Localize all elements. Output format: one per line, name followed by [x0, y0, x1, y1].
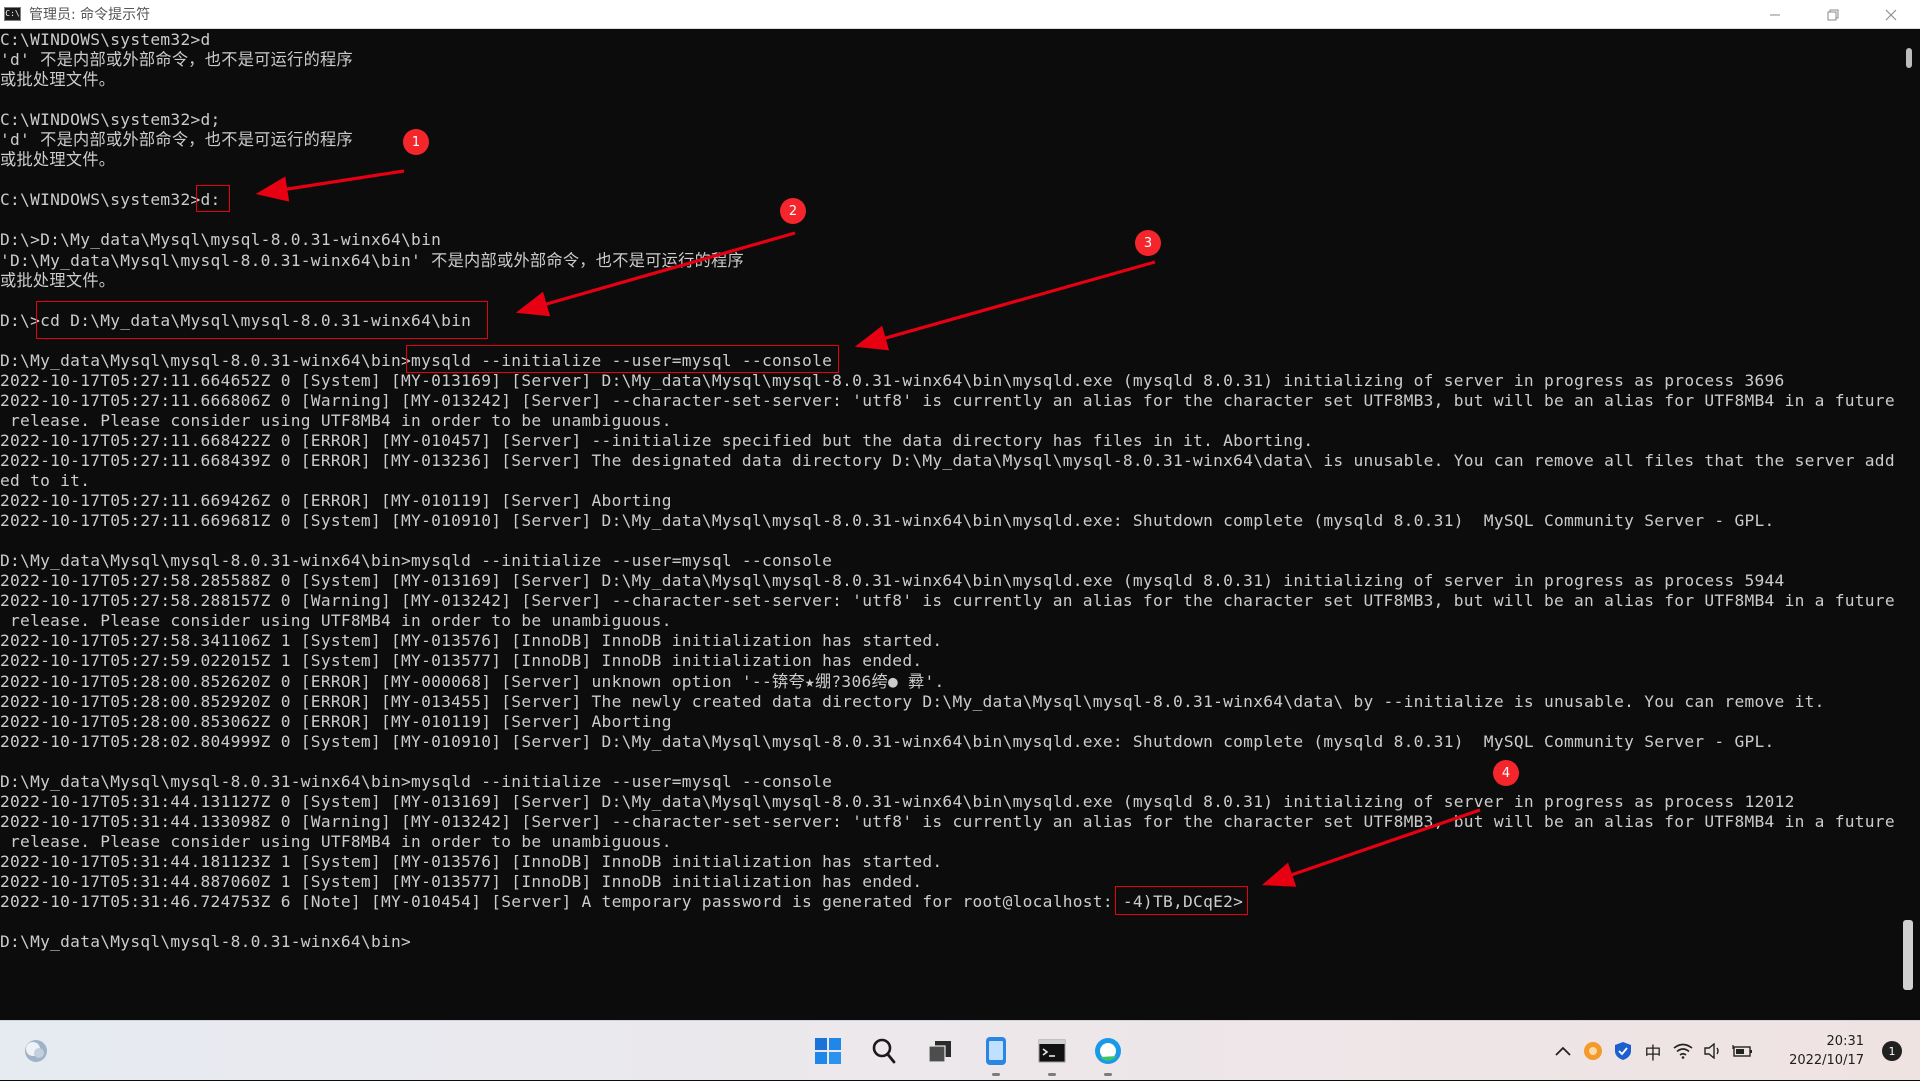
console-line: release. Please consider using UTF8MB4 i…: [0, 611, 672, 631]
console-line: 2022-10-17T05:27:11.664652Z 0 [System] […: [0, 370, 1785, 390]
task-view-icon: [928, 1041, 951, 1063]
terminal-icon: [1038, 1039, 1066, 1063]
console-line: release. Please consider using UTF8MB4 i…: [0, 831, 672, 851]
console-line: C:\WINDOWS\system32>d: [0, 30, 211, 49]
scrollbar-thumb[interactable]: [1906, 48, 1912, 68]
widgets-icon[interactable]: [21, 1036, 51, 1066]
console-line: 2022-10-17T05:27:59.022015Z 1 [System] […: [0, 651, 923, 671]
terminal-button[interactable]: [1024, 1021, 1080, 1081]
tray-volume[interactable]: [1698, 1021, 1728, 1081]
console-line: 2022-10-17T05:31:44.887060Z 1 [System] […: [0, 871, 923, 891]
console-line: 2022-10-17T05:27:58.285588Z 0 [System] […: [0, 571, 1785, 591]
clock-time: 20:31: [1826, 1034, 1864, 1049]
console-line: D:\>cd D:\My_data\Mysql\mysql-8.0.31-win…: [0, 310, 472, 330]
browser-icon: [1095, 1038, 1121, 1064]
console-line: 或批处理文件。: [0, 70, 116, 90]
chevron-up-icon: [1555, 1046, 1571, 1056]
console-line: D:\>D:\My_data\Mysql\mysql-8.0.31-winx64…: [0, 230, 442, 250]
console-line: D:\My_data\Mysql\mysql-8.0.31-winx64\bin…: [0, 771, 833, 791]
tray-security[interactable]: [1608, 1021, 1638, 1081]
console-line: ed to it.: [0, 471, 91, 491]
tray-app-orange[interactable]: [1578, 1021, 1608, 1081]
search-icon: [872, 1038, 896, 1064]
console-line: 2022-10-17T05:28:02.804999Z 0 [System] […: [0, 731, 1775, 751]
system-tray: 中 20:31 2022/10/17 1: [1548, 1021, 1920, 1081]
start-icon: [815, 1038, 841, 1064]
volume-icon: [1704, 1043, 1719, 1059]
console-line: 2022-10-17T05:27:11.668439Z 0 [ERROR] [M…: [0, 450, 1895, 470]
phone-link-icon: [986, 1037, 1006, 1065]
console-line: 2022-10-17T05:27:58.288157Z 0 [Warning] …: [0, 591, 1895, 611]
console-scrollbar[interactable]: [1900, 30, 1920, 1020]
taskbar-apps: [800, 1021, 1136, 1081]
cmd-app-icon: C:\: [4, 7, 21, 21]
minimize-icon: [1770, 14, 1780, 15]
restore-button[interactable]: [1804, 0, 1862, 29]
console-line: 2022-10-17T05:31:44.131127Z 0 [System] […: [0, 791, 1795, 811]
console-line: 'd' 不是内部或外部命令，也不是可运行的程序: [0, 130, 353, 150]
ime-indicator[interactable]: 中: [1638, 1021, 1668, 1081]
console-line: 2022-10-17T05:31:44.133098Z 0 [Warning] …: [0, 811, 1895, 831]
orange-app-icon: [1584, 1042, 1602, 1060]
running-indicator: [1104, 1073, 1112, 1076]
close-button[interactable]: [1862, 0, 1920, 29]
restore-icon: [1827, 9, 1839, 20]
console-line: 2022-10-17T05:28:00.852620Z 0 [ERROR] [M…: [0, 671, 945, 691]
console-output[interactable]: C:\WINDOWS\system32>d 'd' 不是内部或外部命令，也不是可…: [0, 30, 1900, 1020]
console-line: 2022-10-17T05:31:44.181123Z 1 [System] […: [0, 851, 943, 871]
console-line: 2022-10-17T05:28:00.852920Z 0 [ERROR] [M…: [0, 691, 1825, 711]
wifi-icon: [1673, 1043, 1693, 1059]
console-line: 2022-10-17T05:28:00.853062Z 0 [ERROR] [M…: [0, 711, 672, 731]
console-line: release. Please consider using UTF8MB4 i…: [0, 410, 672, 430]
console-line: 2022-10-17T05:27:58.341106Z 1 [System] […: [0, 631, 943, 651]
search-button[interactable]: [856, 1021, 912, 1081]
console-line: C:\WINDOWS\system32>d:: [0, 190, 221, 210]
battery-icon: [1732, 1045, 1752, 1057]
scrollbar-thumb-lower[interactable]: [1903, 920, 1913, 990]
minimize-button[interactable]: [1746, 0, 1804, 29]
tray-clock[interactable]: 20:31 2022/10/17: [1764, 1032, 1864, 1070]
start-button[interactable]: [800, 1021, 856, 1081]
notification-badge[interactable]: 1: [1882, 1041, 1902, 1061]
taskbar: 中 20:31 2022/10/17 1: [0, 1020, 1920, 1080]
console-line: 2022-10-17T05:27:11.666806Z 0 [Warning] …: [0, 390, 1895, 410]
tray-wifi[interactable]: [1668, 1021, 1698, 1081]
console-line: 'D:\My_data\Mysql\mysql-8.0.31-winx64\bi…: [0, 250, 744, 270]
phone-link-button[interactable]: [968, 1021, 1024, 1081]
browser-button[interactable]: [1080, 1021, 1136, 1081]
console-line: 或批处理文件。: [0, 150, 116, 170]
running-indicator: [992, 1073, 1000, 1076]
shield-icon: [1615, 1042, 1631, 1060]
console-line: D:\My_data\Mysql\mysql-8.0.31-winx64\bin…: [0, 350, 833, 370]
console-line: 2022-10-17T05:27:11.668422Z 0 [ERROR] [M…: [0, 430, 1314, 450]
console-line: D:\My_data\Mysql\mysql-8.0.31-winx64\bin…: [0, 932, 412, 952]
window-title-bar[interactable]: C:\ 管理员: 命令提示符: [0, 0, 1920, 29]
console-line: C:\WINDOWS\system32>d;: [0, 110, 221, 130]
window-controls: [1746, 0, 1920, 29]
console-line: 2022-10-17T05:27:11.669426Z 0 [ERROR] [M…: [0, 491, 672, 511]
clock-date: 2022/10/17: [1789, 1053, 1864, 1068]
window-title: 管理员: 命令提示符: [29, 7, 151, 23]
console-lines: C:\WINDOWS\system32>d 'd' 不是内部或外部命令，也不是可…: [0, 30, 1895, 972]
tray-battery[interactable]: [1728, 1021, 1758, 1081]
console-line: 2022-10-17T05:31:46.724753Z 6 [Note] [MY…: [0, 892, 1244, 912]
console-line: 2022-10-17T05:27:11.669681Z 0 [System] […: [0, 511, 1775, 531]
tray-overflow-button[interactable]: [1548, 1021, 1578, 1081]
console-line: 'd' 不是内部或外部命令，也不是可运行的程序: [0, 50, 353, 70]
running-indicator: [1048, 1073, 1056, 1076]
task-view-button[interactable]: [912, 1021, 968, 1081]
console-line: 或批处理文件。: [0, 270, 116, 290]
close-icon: [1885, 9, 1897, 20]
console-line: D:\My_data\Mysql\mysql-8.0.31-winx64\bin…: [0, 551, 833, 571]
